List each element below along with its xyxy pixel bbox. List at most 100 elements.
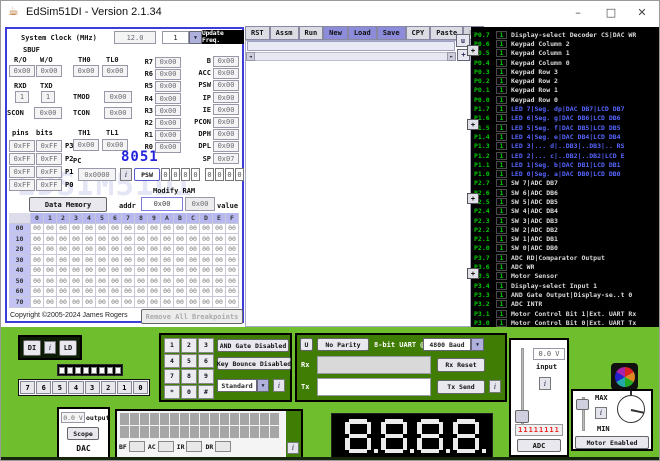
port-bit-value[interactable]: 1 xyxy=(496,151,507,160)
memory-cell[interactable]: 00 xyxy=(83,244,96,255)
port-bits-field[interactable]: 0xFF xyxy=(36,178,62,191)
data-memory-button[interactable]: Data Memory xyxy=(29,197,107,212)
port-bit-value[interactable]: 1 xyxy=(496,272,507,281)
memory-cell[interactable]: 00 xyxy=(226,297,239,308)
system-clock-field[interactable]: 12.0 xyxy=(114,31,156,44)
memory-cell[interactable]: 00 xyxy=(161,286,174,297)
adc-button[interactable]: ADC xyxy=(517,439,561,452)
memory-cell[interactable]: 00 xyxy=(109,255,122,266)
toolbar-button-assm[interactable]: Assm xyxy=(269,26,299,40)
memory-cell[interactable]: 00 xyxy=(83,223,96,234)
port-bits-field[interactable]: 0xFF xyxy=(36,165,62,178)
memory-cell[interactable]: 00 xyxy=(57,276,70,287)
register-value-field[interactable]: 0x00 xyxy=(155,141,181,153)
memory-cell[interactable]: 00 xyxy=(135,234,148,245)
memory-cell[interactable]: 00 xyxy=(44,276,57,287)
register-value-field[interactable]: 0x00 xyxy=(213,128,239,140)
port-pins-field[interactable]: 0xFF xyxy=(9,178,35,191)
memory-cell[interactable]: 00 xyxy=(213,244,226,255)
memory-cell[interactable]: 00 xyxy=(70,244,83,255)
memory-cell[interactable]: 00 xyxy=(161,255,174,266)
memory-cell[interactable]: 00 xyxy=(200,255,213,266)
port-bit-value[interactable]: 1 xyxy=(496,58,507,67)
memory-cell[interactable]: 00 xyxy=(57,286,70,297)
memory-cell[interactable]: 00 xyxy=(135,297,148,308)
adc-slider-thumb[interactable] xyxy=(515,410,529,423)
port-bit-value[interactable]: 1 xyxy=(496,235,507,244)
memory-cell[interactable]: 00 xyxy=(31,255,44,266)
baud-select[interactable]: 4800 Baud xyxy=(423,338,471,351)
memory-cell[interactable]: 00 xyxy=(226,223,239,234)
port-bit-value[interactable]: 1 xyxy=(496,77,507,86)
memory-cell[interactable]: 00 xyxy=(200,286,213,297)
port-bits-field[interactable]: 0xFF xyxy=(36,152,62,165)
keypad-key[interactable]: 3 xyxy=(198,338,214,353)
port-expand-button[interactable]: + xyxy=(467,45,479,56)
memory-cell[interactable]: 00 xyxy=(57,255,70,266)
memory-cell[interactable]: 00 xyxy=(135,223,148,234)
psw-bit[interactable]: 0 xyxy=(171,168,180,181)
memory-cell[interactable]: 00 xyxy=(57,223,70,234)
memory-cell[interactable]: 00 xyxy=(57,265,70,276)
memory-cell[interactable]: 00 xyxy=(83,234,96,245)
color-wheel-icon[interactable] xyxy=(611,363,638,390)
toolbar-button-cpy[interactable]: CPY xyxy=(405,26,431,40)
port-bit-value[interactable]: 1 xyxy=(496,263,507,272)
memory-cell[interactable]: 00 xyxy=(187,255,200,266)
memory-cell[interactable]: 00 xyxy=(174,286,187,297)
toolbar-button-run[interactable]: Run xyxy=(298,26,324,40)
memory-cell[interactable]: 00 xyxy=(187,223,200,234)
motor-dial[interactable] xyxy=(617,395,645,423)
memory-cell[interactable]: 00 xyxy=(57,297,70,308)
memory-cell[interactable]: 00 xyxy=(174,276,187,287)
memory-cell[interactable]: 00 xyxy=(148,265,161,276)
memory-cell[interactable]: 00 xyxy=(148,234,161,245)
rx-reset-button[interactable]: Rx Reset xyxy=(437,358,485,372)
switch-button[interactable]: 4 xyxy=(68,381,84,394)
keypad-key[interactable]: 8 xyxy=(181,369,197,384)
port-pins-field[interactable]: 0xFF xyxy=(9,165,35,178)
memory-cell[interactable]: 00 xyxy=(122,255,135,266)
chevron-down-icon[interactable]: ▼ xyxy=(257,379,269,392)
ram-value-field[interactable]: 0x00 xyxy=(185,197,215,211)
memory-cell[interactable]: 00 xyxy=(226,286,239,297)
port-bits-field[interactable]: 0xFF xyxy=(36,139,62,152)
switch-button[interactable]: 1 xyxy=(116,381,132,394)
memory-cell[interactable]: 00 xyxy=(96,265,109,276)
switch-button[interactable]: 6 xyxy=(36,381,52,394)
port-bit-value[interactable]: 1 xyxy=(496,30,507,39)
psw-bit[interactable]: 0 xyxy=(205,168,214,181)
tl0-field[interactable]: 0x00 xyxy=(102,65,128,77)
port-expand-button[interactable]: + xyxy=(467,119,479,130)
tx-field[interactable] xyxy=(317,378,431,396)
register-value-field[interactable]: 0x00 xyxy=(155,129,181,141)
psw-button[interactable]: PSW xyxy=(134,168,160,181)
memory-cell[interactable]: 00 xyxy=(148,286,161,297)
port-pins-field[interactable]: 0xFF xyxy=(9,152,35,165)
port-bit-value[interactable]: 1 xyxy=(496,49,507,58)
port-bit-value[interactable]: 1 xyxy=(496,244,507,253)
memory-cell[interactable]: 00 xyxy=(135,265,148,276)
port-bit-value[interactable]: 1 xyxy=(496,160,507,169)
memory-cell[interactable]: 00 xyxy=(213,255,226,266)
memory-cell[interactable]: 00 xyxy=(161,234,174,245)
info-button[interactable]: i xyxy=(120,168,132,181)
memory-cell[interactable]: 00 xyxy=(213,234,226,245)
register-value-field[interactable]: 0x00 xyxy=(213,55,239,67)
memory-cell[interactable]: 00 xyxy=(187,297,200,308)
memory-cell[interactable]: 00 xyxy=(109,286,122,297)
keypad-key[interactable]: 9 xyxy=(198,369,214,384)
register-value-field[interactable]: 0x00 xyxy=(155,56,181,68)
uart-u-button[interactable]: U xyxy=(300,338,313,351)
port-bit-value[interactable]: 1 xyxy=(496,225,507,234)
memory-cell[interactable]: 00 xyxy=(226,276,239,287)
memory-cell[interactable]: 00 xyxy=(200,223,213,234)
port-bit-value[interactable]: 1 xyxy=(496,309,507,318)
memory-cell[interactable]: 00 xyxy=(161,223,174,234)
memory-cell[interactable]: 00 xyxy=(70,223,83,234)
memory-cell[interactable]: 00 xyxy=(122,223,135,234)
scrollbar-track[interactable] xyxy=(255,52,447,61)
memory-cell[interactable]: 00 xyxy=(31,276,44,287)
memory-cell[interactable]: 00 xyxy=(96,286,109,297)
psw-bit[interactable]: 0 xyxy=(191,168,200,181)
